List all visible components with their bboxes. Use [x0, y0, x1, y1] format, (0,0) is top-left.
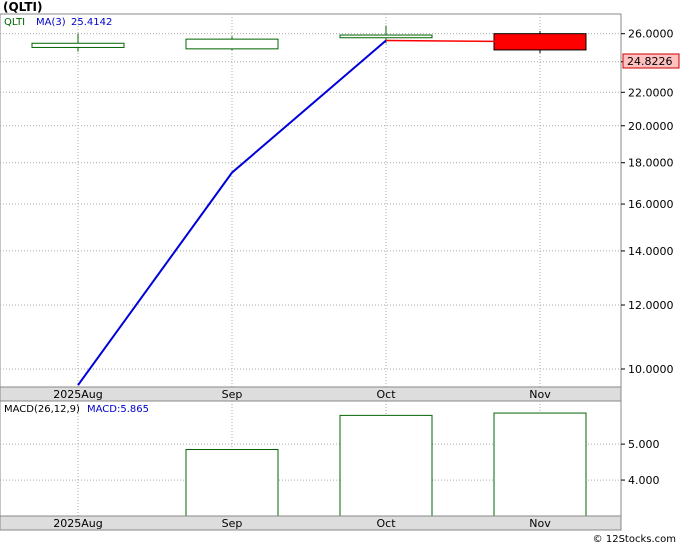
macd-panel: 4.000 5.000 2025Aug Sep Oct Nov [0, 400, 660, 531]
last-price-label: 24.8226 [627, 55, 673, 68]
price-ytick-label-3: 16.0000 [628, 198, 674, 211]
price-ytick-label-1: 12.0000 [628, 299, 674, 312]
price-ytick-label-6: 22.0000 [628, 86, 674, 99]
candle-body-0 [31, 42, 125, 48]
macd-ytick-label-1: 5.000 [628, 438, 660, 451]
price-ytick-label-8: 26.0000 [628, 28, 674, 41]
price-xtick-label-1: Sep [222, 388, 243, 401]
candle-body-1 [185, 38, 279, 50]
macd-xtick-label-3: Nov [529, 517, 551, 530]
macd-xtick-label-0: 2025Aug [53, 517, 102, 530]
macd-ytick-label-0: 4.000 [628, 474, 660, 487]
stock-chart: 10.0000 12.0000 14.0000 16.0000 18.0000 20.00… [0, 0, 680, 546]
last-price-marker: 24.8226 [622, 53, 680, 69]
price-ytick-label-5: 20.0000 [628, 120, 674, 133]
legend-ma-label: MA(3) [36, 17, 66, 28]
price-ytick-label-4: 18.0000 [628, 157, 674, 170]
price-xtick-label-2: Oct [376, 388, 396, 401]
price-xtick-label-3: Nov [529, 388, 551, 401]
macd-xtick-label-2: Oct [376, 517, 396, 530]
chart-title: (QLTI) [3, 0, 42, 14]
footer-copyright: © 12Stocks.com [593, 534, 676, 545]
macd-xtick-label-1: Sep [222, 517, 243, 530]
candle-body-2 [339, 34, 433, 39]
legend-ma-value: 25.4142 [71, 17, 112, 28]
macd-legend-label: MACD(26,12,9) [4, 404, 80, 415]
price-plot-frame [0, 13, 622, 388]
price-xtick-label-0: 2025Aug [53, 388, 102, 401]
macd-bar-1 [185, 449, 279, 517]
price-ytick-label-2: 14.0000 [628, 245, 674, 258]
macd-legend-value: MACD:5.865 [87, 404, 149, 415]
price-panel: 10.0000 12.0000 14.0000 16.0000 18.0000 20.00… [0, 13, 674, 402]
legend-symbol: QLTI [4, 17, 25, 28]
macd-bar-2 [339, 414, 433, 517]
price-ytick-label-0: 10.0000 [628, 363, 674, 376]
macd-bar-3 [493, 412, 587, 517]
